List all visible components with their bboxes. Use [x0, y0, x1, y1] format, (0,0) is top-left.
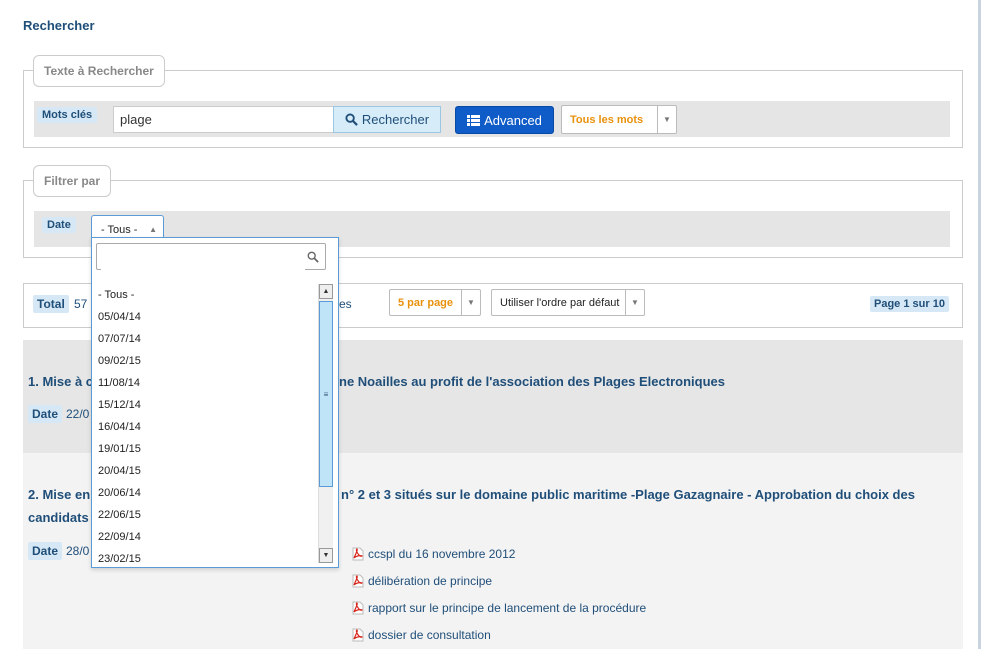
dropdown-option[interactable]: 07/07/14 — [92, 328, 318, 350]
result-1-title-rest[interactable]: ne Noailles au profit de l'association d… — [339, 370, 725, 393]
dropdown-option[interactable]: 15/12/14 — [92, 394, 318, 416]
order-value: Utiliser l'ordre par défaut — [500, 296, 620, 309]
document-link[interactable]: ccspl du 16 novembre 2012 — [351, 547, 515, 561]
document-link-label: rapport sur le principe de lancement de … — [368, 601, 647, 615]
chevron-down-icon: ▼ — [657, 106, 676, 133]
dropdown-search — [96, 243, 326, 270]
result-2-title-rest[interactable]: n° 2 et 3 situés sur le domaine public m… — [341, 483, 915, 506]
scroll-down-icon[interactable]: ▼ — [319, 548, 333, 563]
page-info: Page 1 sur 10 — [870, 296, 949, 312]
search-icon — [345, 113, 358, 126]
filter-legend: Filtrer par — [33, 165, 112, 197]
document-link-label: ccspl du 16 novembre 2012 — [368, 547, 516, 561]
result-2-date-label: Date — [28, 542, 63, 560]
per-page-value: 5 par page — [398, 296, 454, 309]
search-button-label: Rechercher — [361, 112, 430, 127]
pdf-icon — [352, 547, 364, 561]
total-label: Total — [33, 295, 69, 313]
per-page-select[interactable]: 5 par page ▼ — [389, 289, 481, 316]
chevron-down-icon: ▼ — [461, 290, 480, 315]
search-fieldset: Texte à Rechercher Mots clés Rechercher … — [23, 55, 963, 148]
dropdown-search-input[interactable] — [101, 244, 305, 270]
document-link-label: dossier de consultation — [368, 628, 491, 642]
pdf-icon — [352, 628, 364, 642]
date-dropdown: - Tous - 05/04/14 07/07/14 09/02/15 11/0… — [91, 237, 339, 568]
dropdown-option[interactable]: 05/04/14 — [92, 306, 318, 328]
result-2-title-start[interactable]: 2. Mise en — [28, 483, 90, 506]
result-1-date-value: 22/0 — [66, 407, 90, 421]
advanced-button-label: Advanced — [484, 112, 542, 128]
date-filter-value: - Tous - — [101, 223, 138, 236]
keywords-input[interactable] — [113, 106, 334, 133]
list-icon — [467, 114, 481, 126]
chevron-down-icon: ▼ — [625, 290, 644, 315]
total-suffix: es — [339, 297, 352, 311]
result-1-date-label: Date — [28, 405, 63, 423]
total-value: 57 — [74, 297, 88, 311]
document-link[interactable]: délibération de principe — [351, 574, 492, 588]
document-link[interactable]: dossier de consultation — [351, 628, 491, 642]
dropdown-option[interactable]: 11/08/14 — [92, 372, 318, 394]
order-select[interactable]: Utiliser l'ordre par défaut ▼ — [491, 289, 645, 316]
match-mode-value: Tous les mots — [570, 113, 644, 126]
document-link[interactable]: rapport sur le principe de lancement de … — [351, 601, 646, 615]
scrollbar-thumb[interactable]: ≡ — [319, 301, 333, 487]
pdf-icon — [352, 601, 364, 615]
date-filter-label: Date — [42, 217, 76, 233]
pdf-icon — [352, 574, 364, 588]
page-title: Rechercher — [23, 18, 95, 33]
chevron-up-icon: ▲ — [149, 225, 157, 234]
result-1-title-start[interactable]: 1. Mise à c — [28, 370, 93, 393]
dropdown-option[interactable]: 20/06/14 — [92, 482, 318, 504]
dropdown-option[interactable]: - Tous - — [92, 284, 318, 306]
result-2-date-value: 28/0 — [66, 544, 90, 558]
dropdown-option[interactable]: 09/02/15 — [92, 350, 318, 372]
result-2-title-line2[interactable]: candidats — [28, 506, 89, 529]
dropdown-option[interactable]: 22/06/15 — [92, 504, 318, 526]
dropdown-options: - Tous - 05/04/14 07/07/14 09/02/15 11/0… — [92, 284, 318, 570]
document-link-label: délibération de principe — [368, 574, 493, 588]
keywords-label: Mots clés — [37, 107, 98, 123]
dropdown-option[interactable]: 22/09/14 — [92, 526, 318, 548]
search-legend: Texte à Rechercher — [33, 55, 165, 87]
search-button[interactable]: Rechercher — [333, 106, 441, 133]
dropdown-scrollbar[interactable]: ▲ ≡ ▼ — [318, 284, 333, 563]
dropdown-option[interactable]: 19/01/15 — [92, 438, 318, 460]
dropdown-option[interactable]: 16/04/14 — [92, 416, 318, 438]
dropdown-option[interactable]: 20/04/15 — [92, 460, 318, 482]
scroll-up-icon[interactable]: ▲ — [319, 284, 333, 299]
match-mode-select[interactable]: Tous les mots ▼ — [561, 105, 677, 134]
search-icon — [307, 251, 319, 263]
dropdown-option[interactable]: 23/02/15 — [92, 548, 318, 570]
advanced-button[interactable]: Advanced — [455, 106, 554, 134]
